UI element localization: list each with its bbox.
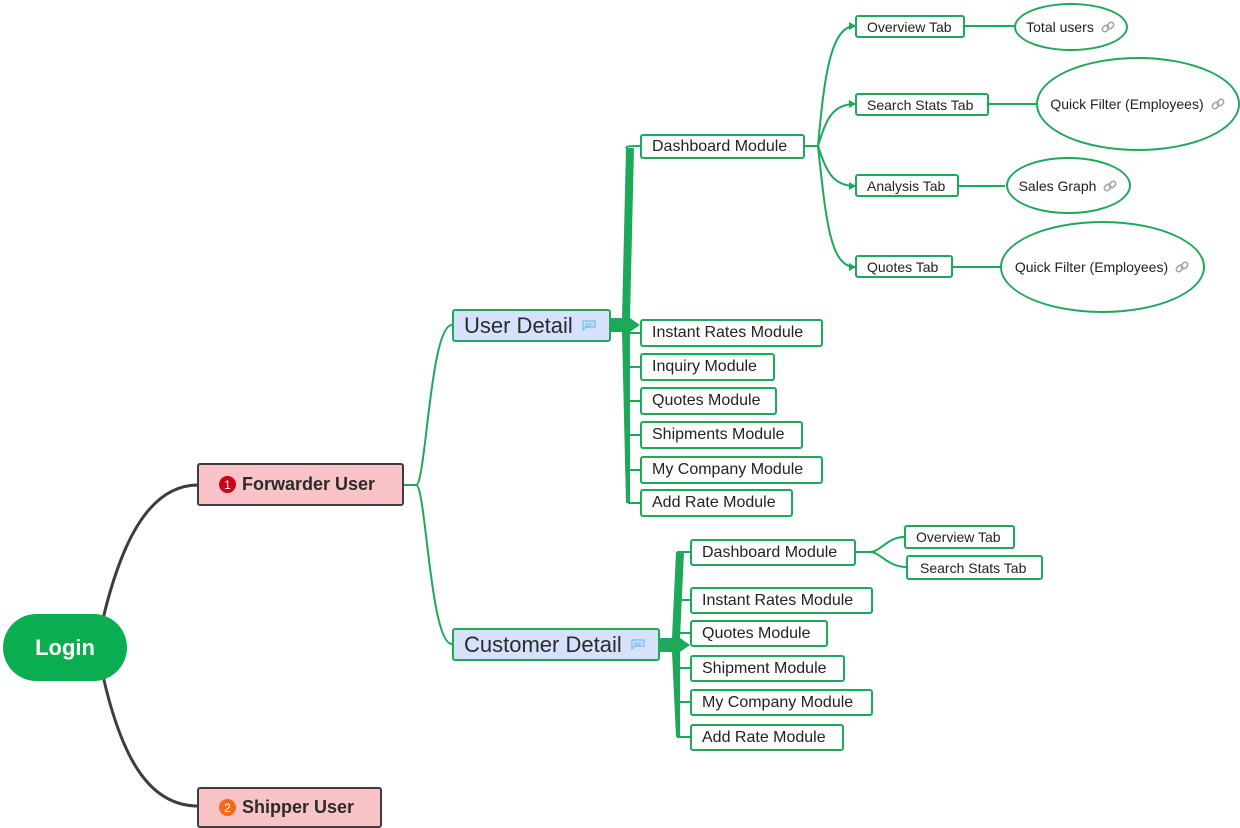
link-icon[interactable] xyxy=(1174,259,1190,275)
module-label: Quotes Module xyxy=(652,392,761,409)
link-icon[interactable] xyxy=(1100,19,1116,35)
tab-label: Search Stats Tab xyxy=(867,96,974,113)
user-tab-quotes[interactable]: Quotes Tab xyxy=(855,255,953,278)
connector-user-dashboard-tabs xyxy=(805,25,856,268)
user-module-quotes[interactable]: Quotes Module xyxy=(640,387,777,415)
user-tab-overview[interactable]: Overview Tab xyxy=(855,15,965,38)
shipper-user-label: Shipper User xyxy=(242,797,355,817)
user-module-add-rate[interactable]: Add Rate Module xyxy=(640,489,793,517)
module-label: My Company Module xyxy=(702,693,854,711)
node-customer-detail[interactable]: Customer Detail xyxy=(452,628,660,661)
user-module-inquiry[interactable]: Inquiry Module xyxy=(640,353,775,381)
connector-tab-arrows xyxy=(849,22,856,271)
link-icon[interactable] xyxy=(1102,178,1118,194)
leaf-quick-filter-quotes[interactable]: Quick Filter (Employees) xyxy=(1000,221,1205,313)
connector-forwarder-customerdetail xyxy=(415,484,453,645)
customer-tab-overview[interactable]: Overview Tab xyxy=(904,525,1015,549)
note-icon[interactable] xyxy=(581,318,597,334)
connector-login-shipper xyxy=(98,661,199,808)
note-icon[interactable] xyxy=(630,637,646,653)
module-label: Instant Rates Module xyxy=(652,324,804,341)
module-label: Add Rate Module xyxy=(652,494,776,511)
leaf-sales-graph[interactable]: Sales Graph xyxy=(1006,157,1131,214)
leaf-label: Quick Filter (Employees) xyxy=(1014,259,1169,275)
tab-label: Overview Tab xyxy=(867,18,952,35)
customer-tab-search-stats[interactable]: Search Stats Tab xyxy=(906,555,1043,580)
module-label: Shipments Module xyxy=(652,426,785,443)
root-label: Login xyxy=(35,634,95,660)
module-label: Dashboard Module xyxy=(652,137,788,155)
tab-label: Analysis Tab xyxy=(867,177,946,194)
tab-label: Quotes Tab xyxy=(867,258,939,275)
priority-2-icon: 2 xyxy=(219,799,236,816)
leaf-label: Quick Filter (Employees) xyxy=(1050,96,1204,112)
node-user-detail[interactable]: User Detail xyxy=(452,309,611,342)
connector-tab-leaves xyxy=(953,25,1036,268)
leaf-label: Total users xyxy=(1026,19,1094,35)
customer-module-add-rate[interactable]: Add Rate Module xyxy=(690,724,844,751)
customer-module-shipment[interactable]: Shipment Module xyxy=(690,655,845,682)
user-tab-analysis[interactable]: Analysis Tab xyxy=(855,174,959,197)
customer-module-quotes[interactable]: Quotes Module xyxy=(690,620,828,647)
user-module-instant-rates[interactable]: Instant Rates Module xyxy=(640,319,823,347)
customer-module-dashboard[interactable]: Dashboard Module xyxy=(690,539,856,566)
user-detail-label: User Detail xyxy=(464,312,573,338)
user-tab-search-stats[interactable]: Search Stats Tab xyxy=(855,93,989,116)
user-module-shipments[interactable]: Shipments Module xyxy=(640,421,803,449)
connector-customer-dashboard-tabs xyxy=(856,536,907,568)
priority-1-icon: 1 xyxy=(219,476,236,493)
user-module-my-company[interactable]: My Company Module xyxy=(640,456,823,484)
module-label: Add Rate Module xyxy=(702,728,826,746)
connector-forwarder-userdetail xyxy=(404,324,453,486)
module-label: Shipment Module xyxy=(702,659,827,677)
tab-label: Overview Tab xyxy=(916,529,1001,545)
user-module-dashboard[interactable]: Dashboard Module xyxy=(640,134,805,159)
module-label: Instant Rates Module xyxy=(702,591,854,609)
forwarder-user-label: Forwarder User xyxy=(242,474,376,494)
module-label: Dashboard Module xyxy=(702,543,838,561)
node-shipper-user[interactable]: 2 Shipper User xyxy=(197,787,382,828)
link-icon[interactable] xyxy=(1210,96,1226,112)
module-label: Quotes Module xyxy=(702,624,811,642)
leaf-total-users[interactable]: Total users xyxy=(1014,3,1128,51)
node-forwarder-user[interactable]: 1 Forwarder User xyxy=(197,463,404,506)
connector-customerdetail-trunk xyxy=(660,552,690,737)
root-node-login[interactable]: Login xyxy=(3,614,127,681)
customer-module-my-company[interactable]: My Company Module xyxy=(690,689,873,716)
customer-module-instant-rates[interactable]: Instant Rates Module xyxy=(690,587,873,614)
module-label: Inquiry Module xyxy=(652,358,757,375)
module-label: My Company Module xyxy=(652,461,804,478)
connector-login-forwarder xyxy=(98,483,199,633)
leaf-quick-filter-search-stats[interactable]: Quick Filter (Employees) xyxy=(1036,57,1240,151)
leaf-label: Sales Graph xyxy=(1018,177,1097,194)
connector-userdetail-trunk xyxy=(611,148,640,503)
customer-detail-label: Customer Detail xyxy=(464,631,622,657)
tab-label: Search Stats Tab xyxy=(920,559,1027,576)
